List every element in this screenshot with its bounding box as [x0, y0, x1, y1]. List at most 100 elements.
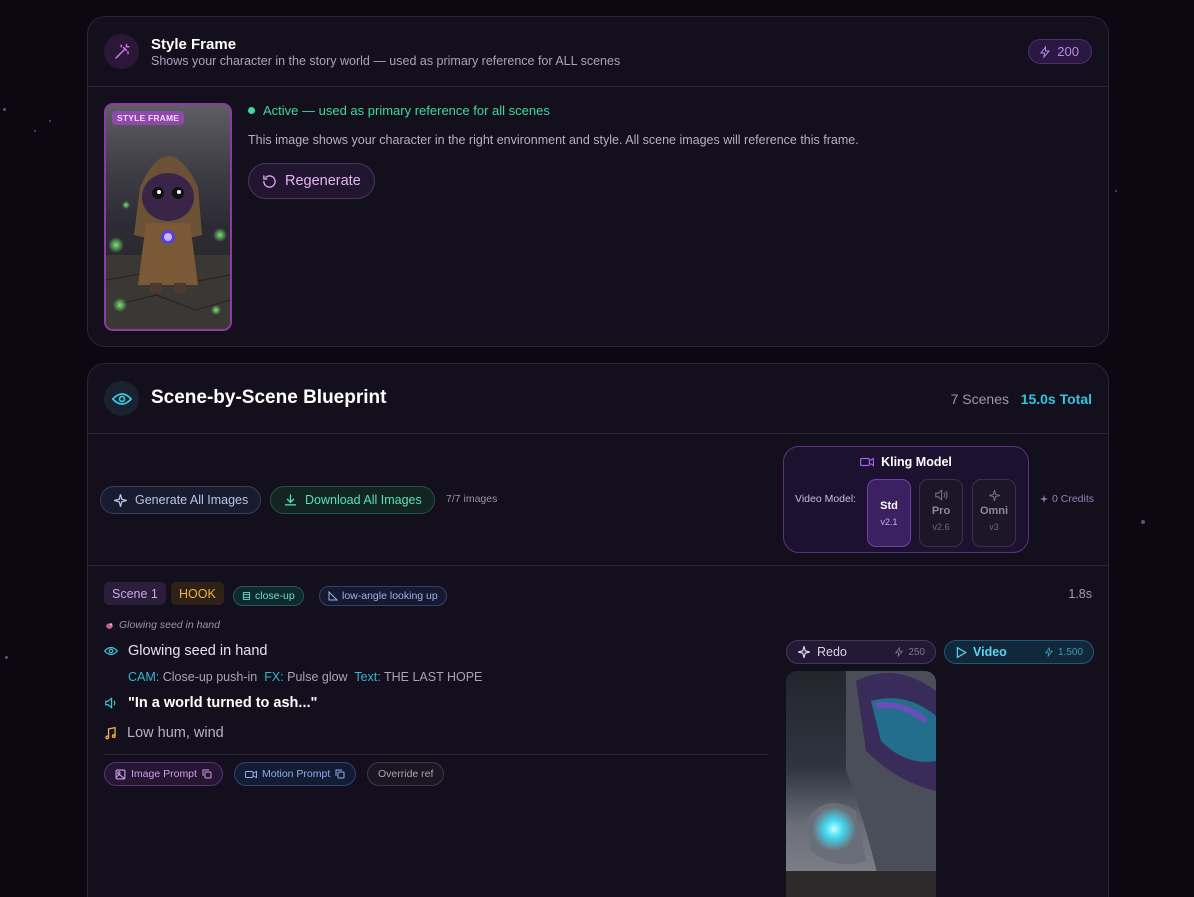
- eye-icon: [104, 381, 139, 416]
- generate-all-label: Generate All Images: [135, 493, 249, 507]
- star-decoration: [1115, 190, 1117, 192]
- model-name: Omni: [979, 505, 1009, 517]
- video-cost-value: 1.500: [1057, 646, 1083, 658]
- credits-label: 0 Credits: [1052, 493, 1095, 505]
- blueprint-title: Scene-by-Scene Blueprint: [151, 387, 387, 408]
- override-label: Override ref: [378, 768, 434, 780]
- music-note-icon: [105, 726, 116, 739]
- sparkle-icon: [973, 489, 1015, 502]
- fx-value: Pulse glow: [287, 670, 348, 684]
- images-count: 7/7 images: [446, 493, 498, 505]
- regenerate-button[interactable]: Regenerate: [248, 163, 375, 199]
- character-illustration: [106, 156, 230, 329]
- video-cost: 1.500: [1044, 646, 1083, 658]
- image-prompt-label: Image Prompt: [131, 768, 197, 780]
- scene-count: 7 Scenes: [950, 391, 1009, 407]
- star-decoration: [34, 130, 36, 132]
- scene-image[interactable]: [786, 671, 936, 897]
- scene-label: Scene 1: [104, 582, 166, 605]
- sparkle-icon: [114, 493, 127, 507]
- credits-value: 200: [1057, 44, 1079, 59]
- redo-label: Redo: [817, 645, 847, 659]
- active-text: Active — used as primary reference for a…: [263, 103, 550, 118]
- eye-icon: [104, 646, 118, 656]
- style-frame-image[interactable]: STYLE FRAME: [104, 103, 232, 331]
- text-value: THE LAST HOPE: [383, 670, 483, 684]
- download-all-label: Download All Images: [305, 493, 422, 507]
- shot-type-badge: close-up: [233, 586, 304, 606]
- scene-row: Scene 1 HOOK close-up low-angle looking …: [88, 566, 1108, 897]
- star-decoration: [5, 656, 8, 659]
- speaker-icon: [105, 697, 116, 709]
- fx-label: FX:: [264, 670, 284, 684]
- kling-title: Kling Model: [784, 455, 1028, 469]
- star-decoration: [1141, 520, 1145, 524]
- lightning-icon: [1040, 45, 1051, 59]
- redo-button[interactable]: Redo 250: [786, 640, 936, 664]
- cam-label: CAM:: [128, 670, 160, 684]
- magic-wand-icon: [104, 34, 139, 69]
- style-frame-badge: STYLE FRAME: [112, 111, 185, 125]
- sparkle-icon: [1039, 494, 1049, 504]
- regenerate-label: Regenerate: [285, 173, 361, 189]
- voiceover-row: "In a world turned to ash...": [104, 695, 317, 711]
- text-label: Text:: [354, 670, 381, 684]
- redo-cost: 250: [894, 646, 925, 658]
- model-name: Std: [880, 500, 898, 512]
- video-camera-icon: [860, 457, 875, 467]
- motion-prompt-button[interactable]: Motion Prompt: [234, 762, 357, 786]
- scene-visual-row: Glowing seed in hand: [104, 643, 267, 659]
- status-dot: [248, 107, 255, 114]
- star-decoration: [49, 120, 51, 122]
- style-frame-credits: 200: [1028, 39, 1092, 64]
- model-option-std[interactable]: Std v2.1: [867, 479, 911, 547]
- seed-icon: [106, 622, 113, 629]
- style-frame-subtitle: Shows your character in the story world …: [151, 54, 621, 68]
- video-label: Video: [973, 645, 1007, 659]
- sound-row: Low hum, wind: [104, 725, 224, 741]
- redo-cost-value: 250: [908, 646, 925, 658]
- style-frame-description: This image shows your character in the r…: [248, 133, 859, 147]
- scene-direction-line: CAM: Close-up push-in FX: Pulse glow Tex…: [128, 670, 482, 684]
- scene-tag: HOOK: [171, 582, 224, 605]
- speaker-icon: [920, 489, 962, 502]
- lightning-icon: [895, 646, 904, 658]
- refresh-icon: [263, 174, 276, 188]
- scene-note: Glowing seed in hand: [104, 619, 220, 631]
- generate-all-images-button[interactable]: Generate All Images: [100, 486, 262, 514]
- blueprint-card: Scene-by-Scene Blueprint 7 Scenes 15.0s …: [87, 363, 1109, 897]
- cam-value: Close-up push-in: [162, 670, 258, 684]
- image-prompt-button[interactable]: Image Prompt: [104, 762, 223, 786]
- model-version: v3: [989, 522, 999, 532]
- video-model-label: Video Model:: [795, 493, 857, 505]
- shot-type-text: close-up: [255, 590, 295, 602]
- scene-illustration: [786, 671, 936, 897]
- model-option-omni[interactable]: Omni v3: [972, 479, 1016, 547]
- style-frame-card: Style Frame Shows your character in the …: [87, 16, 1109, 347]
- voiceover-text: "In a world turned to ash...": [128, 695, 318, 711]
- sound-text: Low hum, wind: [127, 725, 224, 741]
- film-icon: [242, 591, 251, 601]
- sparkle-icon: [798, 646, 810, 658]
- video-camera-icon: [245, 770, 257, 778]
- style-frame-body: STYLE FRAME Active — used as primary ref…: [88, 87, 1108, 346]
- image-icon: [115, 769, 126, 779]
- active-status: Active — used as primary reference for a…: [248, 103, 550, 118]
- play-icon: [956, 646, 967, 658]
- style-frame-title: Style Frame: [151, 36, 237, 53]
- credits-indicator: 0 Credits: [1039, 493, 1094, 505]
- video-button[interactable]: Video 1.500: [944, 640, 1094, 664]
- download-all-images-button[interactable]: Download All Images: [270, 486, 435, 514]
- model-option-pro[interactable]: Pro v2.6: [919, 479, 963, 547]
- camera-angle-text: low-angle looking up: [342, 590, 438, 602]
- model-version: v2.1: [880, 517, 898, 527]
- motion-prompt-label: Motion Prompt: [262, 768, 331, 780]
- override-ref-button[interactable]: Override ref: [367, 762, 445, 786]
- copy-icon: [202, 769, 212, 779]
- camera-angle-badge: low-angle looking up: [319, 586, 447, 606]
- kling-title-text: Kling Model: [881, 455, 952, 469]
- model-version: v2.6: [932, 522, 950, 532]
- blueprint-toolbar: Generate All Images Download All Images …: [88, 434, 1108, 566]
- copy-icon: [335, 769, 345, 779]
- divider: [104, 754, 769, 755]
